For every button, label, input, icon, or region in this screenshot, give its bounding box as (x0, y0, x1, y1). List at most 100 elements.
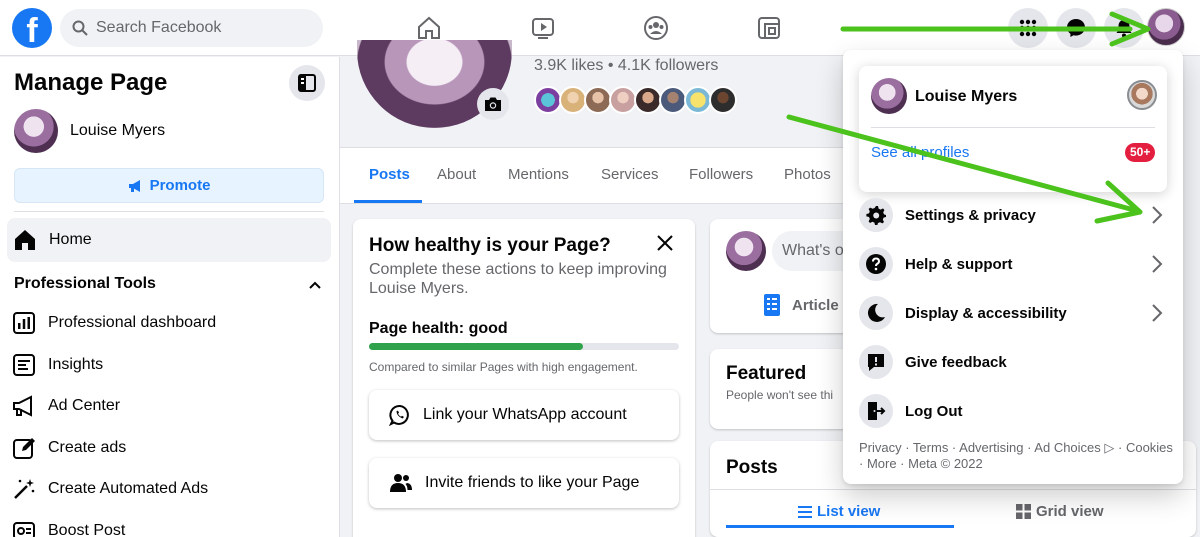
tab-about[interactable]: About (437, 166, 476, 183)
profile-name[interactable]: Louise Myers (915, 88, 1017, 106)
health-progress-fill (369, 343, 583, 350)
boost-icon (13, 522, 35, 537)
sidebar-item-home[interactable]: Home (7, 218, 331, 262)
camera-icon (485, 97, 501, 111)
menu-item-label: Display & accessibility (905, 304, 1067, 322)
gaming-nav-icon[interactable] (753, 12, 785, 44)
switch-profile-button[interactable] (1127, 80, 1157, 110)
grid-view-tab[interactable]: Grid view (1016, 503, 1104, 520)
action-label: Link your WhatsApp account (423, 406, 627, 423)
page-stats[interactable]: 3.9K likes • 4.1K followers (534, 57, 718, 75)
notification-badge: 50+ (1125, 143, 1156, 162)
messenger-button[interactable] (1056, 8, 1096, 48)
sidebar-item-create-automated-ads[interactable]: Create Automated Ads (12, 471, 208, 507)
megaphone-icon (128, 179, 140, 192)
follower-faces (534, 86, 737, 114)
link-whatsapp-button[interactable]: Link your WhatsApp account (369, 390, 679, 440)
avatar (534, 86, 562, 114)
avatar (709, 86, 737, 114)
chevron-right-icon (1152, 206, 1163, 224)
sidebar-item-label: Boost Post (48, 522, 126, 537)
manage-page-sidebar: Manage Page Louise Myers Promote Home Pr… (0, 57, 340, 537)
grid-view-label: Grid view (1036, 503, 1104, 520)
sidebar-toggle-button[interactable] (289, 65, 325, 101)
avatar (584, 86, 612, 114)
see-all-profiles-link[interactable]: See all profiles (871, 144, 969, 161)
menu-item-log-out[interactable]: Log Out (851, 387, 1175, 435)
avatar[interactable] (871, 78, 907, 114)
sidebar-item-ad-center[interactable]: Ad Center (12, 388, 120, 424)
posts-title: Posts (726, 457, 778, 478)
update-photo-button[interactable] (477, 88, 509, 120)
menu-item-give-feedback[interactable]: Give feedback (851, 338, 1175, 386)
profile-switcher-card: Louise Myers See all profiles 50+ (859, 66, 1167, 192)
menu-item-display-accessibility[interactable]: Display & accessibility (851, 289, 1175, 337)
watch-nav-icon[interactable] (527, 12, 559, 44)
grid-icon (1016, 504, 1031, 519)
menu-item-settings-privacy[interactable]: Settings & privacy (851, 191, 1175, 239)
insights-icon (13, 354, 35, 376)
top-navigation-bar: f (0, 0, 1200, 56)
chevron-right-icon (1152, 255, 1163, 273)
list-icon (798, 505, 812, 518)
menu-item-label: Help & support (905, 255, 1013, 273)
account-avatar-button[interactable] (1147, 8, 1185, 46)
sidebar-item-label: Ad Center (48, 397, 121, 414)
tab-mentions[interactable]: Mentions (508, 166, 569, 183)
article-icon (764, 294, 780, 316)
sidebar-item-label: Home (49, 231, 92, 248)
gear-icon (859, 198, 893, 232)
menu-footer-links[interactable]: Privacy · Terms · Advertising · Ad Choic… (859, 440, 1175, 472)
promote-button[interactable]: Promote (14, 168, 324, 203)
article-button[interactable]: Article (762, 293, 839, 317)
tab-posts[interactable]: Posts (369, 166, 410, 183)
avatar (659, 86, 687, 114)
page-name: Louise Myers (70, 122, 166, 139)
page-health-card: How healthy is your Page? Complete these… (353, 219, 695, 537)
edit-icon (13, 438, 35, 459)
menu-item-label: Log Out (905, 402, 963, 420)
article-label: Article (792, 296, 839, 314)
dashboard-icon (13, 312, 35, 334)
promote-label: Promote (149, 177, 211, 194)
sidebar-item-label: Insights (48, 356, 104, 373)
sidebar-title: Manage Page (14, 69, 168, 96)
featured-subtitle: People won't see thi (726, 388, 834, 402)
sidebar-item-create-ads[interactable]: Create ads (12, 430, 126, 466)
professional-tools-heading: Professional Tools (14, 275, 156, 292)
page-profile[interactable]: Louise Myers (14, 109, 165, 153)
avatar (14, 109, 58, 153)
avatar (609, 86, 637, 114)
home-icon (15, 230, 35, 250)
sidebar-item-professional-dashboard[interactable]: Professional dashboard (12, 305, 216, 341)
active-tab-indicator (354, 200, 422, 203)
active-view-indicator (726, 525, 954, 528)
tab-followers[interactable]: Followers (689, 166, 753, 183)
search-icon (72, 20, 88, 36)
chevron-up-icon[interactable] (308, 277, 322, 295)
list-view-tab[interactable]: List view (798, 503, 880, 520)
menu-item-help-support[interactable]: Help & support (851, 240, 1175, 288)
page-tabs: Posts About Mentions Services Followers … (340, 147, 860, 204)
sidebar-item-insights[interactable]: Insights (12, 347, 103, 383)
logout-icon (859, 394, 893, 428)
menu-item-label: Settings & privacy (905, 206, 1036, 224)
page-health-status: Page health: good (369, 320, 508, 337)
notifications-button[interactable] (1104, 8, 1144, 48)
grid-icon (1019, 19, 1037, 37)
invite-friends-button[interactable]: Invite friends to like your Page (369, 458, 679, 508)
account-dropdown-menu: Louise Myers See all profiles 50+ Settin… (843, 50, 1183, 484)
bell-icon (1116, 20, 1132, 38)
facebook-logo[interactable]: f (12, 8, 52, 48)
menu-grid-button[interactable] (1008, 8, 1048, 48)
friends-icon (390, 474, 412, 492)
search-input[interactable] (96, 19, 316, 37)
close-icon[interactable] (655, 233, 675, 258)
groups-nav-icon[interactable] (640, 12, 672, 44)
sidebar-item-boost-post[interactable]: Boost Post (12, 513, 125, 537)
search-box[interactable] (60, 9, 323, 47)
tab-photos[interactable]: Photos (784, 166, 831, 183)
tab-services[interactable]: Services (601, 166, 659, 183)
feedback-icon (859, 345, 893, 379)
chevron-right-icon (1152, 304, 1163, 322)
